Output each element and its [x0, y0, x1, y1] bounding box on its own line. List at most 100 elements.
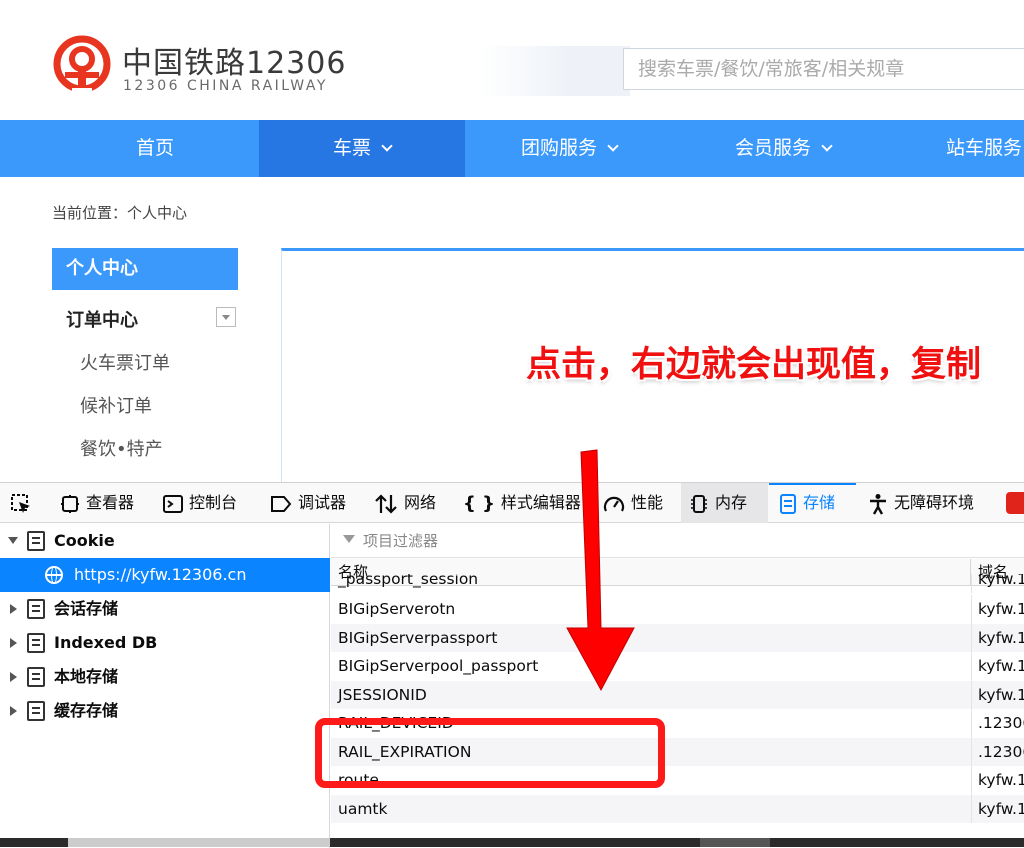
sidebar-item-train-orders[interactable]: 火车票订单 — [80, 349, 170, 375]
table-row[interactable]: _passport_session kyfw.1 — [331, 574, 1024, 593]
tab-style-editor[interactable]: { } 样式编辑器 — [463, 483, 581, 523]
adblock-extension-icon[interactable] — [1006, 483, 1024, 523]
nav-item-member-service[interactable]: 会员服务 — [680, 120, 886, 177]
cell-domain: .12306 — [978, 742, 1024, 761]
table-row[interactable]: BIGipServerotn kyfw.1 — [331, 595, 1024, 624]
tab-label: 查看器 — [86, 493, 135, 512]
site-header: 中国铁路12306 12306 CHINA RAILWAY — [0, 0, 1024, 120]
cell-domain: kyfw.1 — [978, 685, 1024, 704]
filter-icon — [343, 535, 355, 543]
chevron-right-icon[interactable] — [10, 672, 17, 682]
sidebar-item-waitlist-orders[interactable]: 候补订单 — [80, 392, 152, 418]
column-divider — [971, 794, 972, 823]
column-divider — [971, 709, 972, 738]
chevron-down-icon — [381, 140, 393, 152]
sidebar-item-catering[interactable]: 餐饮•特产 — [80, 435, 163, 461]
column-divider — [971, 680, 972, 709]
cell-domain: kyfw.1 — [978, 657, 1024, 675]
taskbar-segment — [700, 838, 770, 847]
tree-label: Cookie — [54, 531, 115, 550]
table-row[interactable]: route kyfw.1 — [331, 766, 1024, 795]
annotation-text: 点击，右边就会出现值，复制 — [526, 345, 982, 385]
nav-label: 车票 — [332, 137, 371, 159]
tab-storage[interactable]: 存储 — [769, 483, 856, 523]
tab-console[interactable]: 控制台 — [163, 483, 237, 523]
tab-network[interactable]: 网络 — [374, 483, 436, 523]
storage-icon — [780, 493, 796, 514]
accessibility-icon — [870, 493, 886, 515]
nav-item-group-service[interactable]: 团购服务 — [466, 120, 672, 177]
cursor-pick-icon — [11, 493, 30, 513]
tree-item-cache-storage[interactable]: 缓存存储 — [0, 694, 330, 728]
nav-label: 站车服务 — [946, 137, 1023, 159]
cell-name: BIGipServerpassport — [338, 628, 498, 647]
tree-label: 会话存储 — [54, 599, 119, 618]
tree-label: 缓存存储 — [54, 701, 119, 720]
chevron-right-icon[interactable] — [10, 706, 17, 716]
cell-domain: kyfw.1 — [978, 628, 1024, 647]
nav-item-station-service[interactable]: 站车服务 — [946, 120, 1024, 177]
search-input[interactable] — [624, 49, 1024, 89]
nav-label: 会员服务 — [734, 137, 811, 159]
railway-logo-icon[interactable] — [52, 34, 112, 94]
tab-label: 性能 — [631, 493, 664, 512]
cell-domain: .12306 — [978, 714, 1024, 732]
cell-domain: kyfw.1 — [978, 771, 1024, 789]
tab-debugger[interactable]: 调试器 — [270, 483, 346, 523]
sidebar-item-personal-center[interactable]: 个人中心 — [52, 248, 238, 290]
filter-bar — [331, 524, 1024, 558]
search-decoration — [480, 46, 630, 96]
chevron-down-icon[interactable] — [8, 537, 18, 544]
cell-name: JSESSIONID — [338, 685, 427, 704]
table-row[interactable]: RAIL_EXPIRATION .12306 — [331, 737, 1024, 766]
tab-memory[interactable]: 内存 — [681, 483, 768, 523]
column-divider — [971, 737, 972, 766]
cell-name: BIGipServerotn — [338, 600, 456, 618]
gauge-icon — [603, 496, 625, 512]
nav-item-tickets[interactable]: 车票 — [259, 120, 465, 177]
table-row[interactable]: JSESSIONID kyfw.1 — [331, 680, 1024, 709]
table-row[interactable]: uamtk kyfw.1 — [331, 794, 1024, 823]
tab-accessibility[interactable]: 无障碍环境 — [868, 483, 974, 523]
tree-item-indexed-db[interactable]: Indexed DB — [0, 626, 330, 660]
filter-input[interactable] — [361, 528, 761, 554]
tab-label: 控制台 — [189, 493, 238, 512]
tree-label: 本地存储 — [54, 667, 119, 686]
devtools-panel: 查看器 控制台 调试器 网络 { } 样式编辑器 性能 内存 存储 无障碍环境 — [0, 482, 1024, 848]
breadcrumb: 当前位置：个人中心 — [52, 204, 188, 222]
table-row[interactable]: RAIL_DEVICEID .12306 — [331, 709, 1024, 738]
search-box[interactable] — [623, 48, 1024, 90]
tree-label: Indexed DB — [54, 633, 158, 652]
tab-performance[interactable]: 性能 — [603, 483, 663, 523]
tree-item-cookie[interactable]: Cookie — [0, 524, 330, 558]
chevron-right-icon[interactable] — [10, 604, 17, 614]
table-row[interactable]: BIGipServerpool_passport kyfw.1 — [331, 652, 1024, 681]
globe-icon — [45, 566, 63, 584]
braces-icon: { } — [463, 492, 495, 514]
cell-name: RAIL_DEVICEID — [338, 714, 454, 732]
nav-item-home[interactable]: 首页 — [52, 120, 258, 177]
console-icon — [163, 494, 183, 513]
sidebar-group-orders[interactable]: 订单中心 — [66, 306, 138, 332]
tab-inspector[interactable]: 查看器 — [60, 483, 134, 523]
cell-name: BIGipServerpool_passport — [338, 657, 539, 675]
chevron-right-icon[interactable] — [10, 638, 17, 648]
element-picker-button[interactable] — [10, 483, 38, 523]
cell-domain: kyfw.1 — [978, 574, 1024, 588]
taskbar-segment — [68, 838, 330, 847]
logo-subtitle: 12306 CHINA RAILWAY — [123, 78, 328, 94]
column-divider — [971, 766, 972, 795]
tree-item-local-storage[interactable]: 本地存储 — [0, 660, 330, 694]
tree-item-cookie-url[interactable]: https://kyfw.12306.cn — [0, 558, 330, 592]
table-row[interactable]: BIGipServerpassport kyfw.1 — [331, 623, 1024, 652]
logo-title[interactable]: 中国铁路12306 — [122, 38, 346, 82]
storage-tree: Cookie https://kyfw.12306.cn 会话存储 Indexe… — [0, 524, 330, 848]
debugger-icon — [271, 495, 292, 512]
column-divider — [971, 623, 972, 652]
tree-item-session-storage[interactable]: 会话存储 — [0, 592, 330, 626]
chevron-down-icon — [607, 140, 619, 152]
tab-label: 无障碍环境 — [894, 493, 975, 512]
collapse-toggle-icon[interactable] — [216, 307, 236, 327]
memory-chip-icon — [691, 494, 707, 513]
chevron-down-icon — [821, 140, 833, 152]
